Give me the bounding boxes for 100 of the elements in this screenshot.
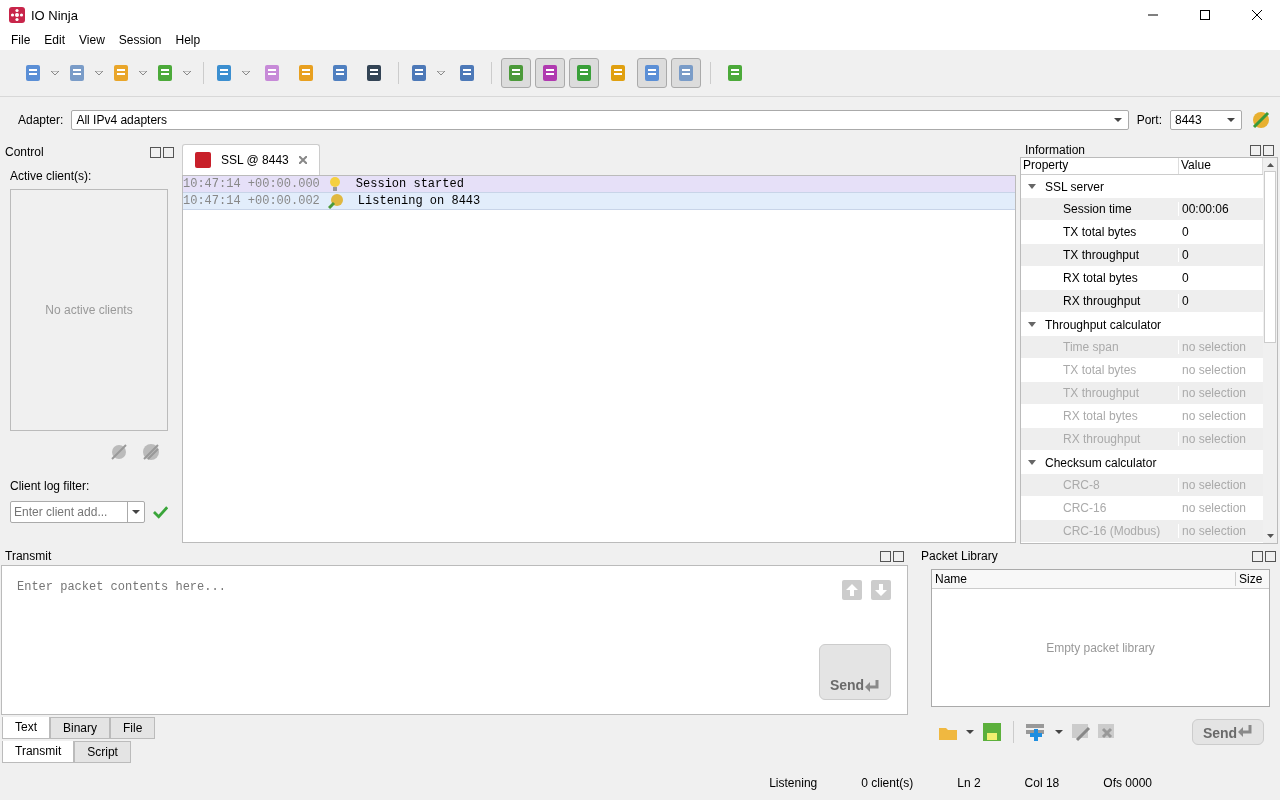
property-value: no selection [1181, 340, 1248, 354]
property-name: RX total bytes [1021, 409, 1179, 423]
property-value: 0 [1181, 225, 1190, 239]
toolbar-icon [409, 63, 429, 83]
log-timestamp: 10:47:14 +00:00.002 [183, 194, 320, 208]
close-icon[interactable] [1252, 10, 1262, 20]
ssl-icon [195, 152, 211, 168]
checkmark-icon[interactable] [152, 505, 168, 519]
send-button[interactable]: Send [819, 644, 891, 700]
menu-item[interactable]: Session [111, 33, 169, 47]
toolbar-icon [296, 63, 316, 83]
scroll-up-icon[interactable] [1266, 163, 1274, 167]
scrollbar[interactable] [1263, 158, 1277, 543]
return-arrow-icon [1237, 723, 1254, 738]
empty-message: Empty packet library [1046, 640, 1155, 655]
dropdown-arrow-icon[interactable] [966, 730, 974, 734]
close-icon[interactable] [163, 146, 174, 158]
toolbar-icon [330, 63, 350, 83]
property-value: no selection [1181, 386, 1248, 400]
scroll-down-icon[interactable] [1266, 534, 1274, 538]
property-value: 00:00:06 [1181, 202, 1230, 216]
mode-tab[interactable]: Script [74, 741, 131, 763]
toolbar-icon [574, 63, 594, 83]
port-label: Port: [1136, 113, 1162, 127]
toolbar-button[interactable] [535, 58, 565, 88]
satellite-dish-icon [327, 193, 344, 209]
status-text: Ofs 0000 [1103, 776, 1152, 790]
log-message: Listening on 8443 [357, 194, 481, 208]
packet-editor[interactable]: Enter packet contents here... Send [1, 565, 908, 715]
add-packet-icon[interactable] [1025, 722, 1047, 742]
client-filter-field[interactable]: Enter client add... [11, 502, 127, 522]
dropdown-arrow-icon[interactable] [1055, 730, 1063, 734]
listen-icon[interactable] [1250, 109, 1272, 131]
property-name: RX throughput [1021, 432, 1179, 446]
property-value: 0 [1181, 271, 1190, 285]
close-icon[interactable] [1265, 550, 1276, 562]
panel-title: Packet Library [921, 549, 998, 563]
float-icon[interactable] [1250, 144, 1261, 156]
empty-message: No active clients [45, 303, 133, 317]
property-name: CRC-8 [1021, 478, 1179, 492]
toolbar-icon [155, 63, 175, 83]
expand-arrow-icon[interactable] [1028, 322, 1036, 327]
edit-packet-icon[interactable] [1071, 722, 1091, 742]
menu-item[interactable]: View [72, 33, 112, 47]
menu-item[interactable]: Help [168, 33, 208, 47]
column-header[interactable]: Name [932, 572, 1236, 586]
window-title: IO Ninja [31, 7, 78, 23]
format-tab[interactable]: Text [2, 717, 50, 739]
float-icon[interactable] [880, 550, 891, 562]
format-tab[interactable]: File [110, 717, 156, 739]
column-header[interactable]: Size [1236, 572, 1269, 586]
port-dropdown[interactable]: 8443 [1170, 110, 1242, 130]
menu-item[interactable]: File [4, 33, 38, 47]
toolbar-icon [67, 63, 87, 83]
property-name: TX throughput [1021, 248, 1179, 262]
log-timestamp: 10:47:14 +00:00.000 [183, 177, 320, 191]
property-name: TX throughput [1021, 386, 1179, 400]
status-text: 0 client(s) [861, 776, 914, 790]
return-arrow-icon [864, 679, 881, 693]
mode-tab[interactable]: Transmit [2, 741, 75, 763]
dropdown-arrow-icon[interactable] [1113, 118, 1122, 122]
property-name: RX total bytes [1021, 271, 1179, 285]
property-name: Session time [1021, 202, 1179, 216]
send-button[interactable]: Send [1192, 719, 1264, 745]
property-value: no selection [1181, 363, 1248, 377]
client-filter-combo[interactable]: Enter client add... [10, 501, 145, 523]
maximize-icon[interactable] [1200, 10, 1210, 20]
close-icon[interactable] [893, 550, 904, 562]
group-name: Throughput calculator [1045, 317, 1162, 332]
expand-arrow-icon[interactable] [1028, 184, 1036, 189]
status-text: Col 18 [1024, 776, 1060, 790]
disconnect-all-icon[interactable] [140, 441, 162, 463]
property-value: no selection [1181, 524, 1248, 538]
column-header[interactable]: Property [1021, 158, 1179, 174]
float-icon[interactable] [150, 146, 161, 158]
toolbar-icon [262, 63, 282, 83]
session-tab[interactable]: SSL @ 8443 [182, 144, 320, 175]
menu-item[interactable]: Edit [37, 33, 73, 47]
toolbar-icon [608, 63, 628, 83]
group-name: SSL server [1045, 179, 1104, 194]
toolbar-icon [111, 63, 131, 83]
save-icon[interactable] [982, 722, 1002, 742]
property-name: CRC-16 (Modbus) [1021, 524, 1179, 538]
panel-title: Information [1025, 143, 1086, 157]
format-tab[interactable]: Binary [50, 717, 111, 739]
toolbar-icon [364, 63, 384, 83]
property-value: no selection [1181, 432, 1248, 446]
lightbulb-icon [327, 176, 342, 192]
adapter-dropdown[interactable]: All IPv4 adapters [71, 110, 1129, 130]
close-icon[interactable] [1263, 144, 1274, 156]
log-message: Session started [355, 177, 464, 191]
property-name: TX total bytes [1021, 363, 1179, 377]
expand-arrow-icon[interactable] [1028, 460, 1036, 465]
panel-title: Transmit [5, 549, 52, 563]
property-name: RX throughput [1021, 294, 1179, 308]
toolbar-icon [214, 63, 234, 83]
dropdown-arrow-icon[interactable] [1227, 118, 1235, 122]
clients-label: Active client(s): [9, 168, 93, 185]
dropdown-arrow-icon[interactable] [131, 510, 140, 514]
float-icon[interactable] [1252, 550, 1263, 562]
